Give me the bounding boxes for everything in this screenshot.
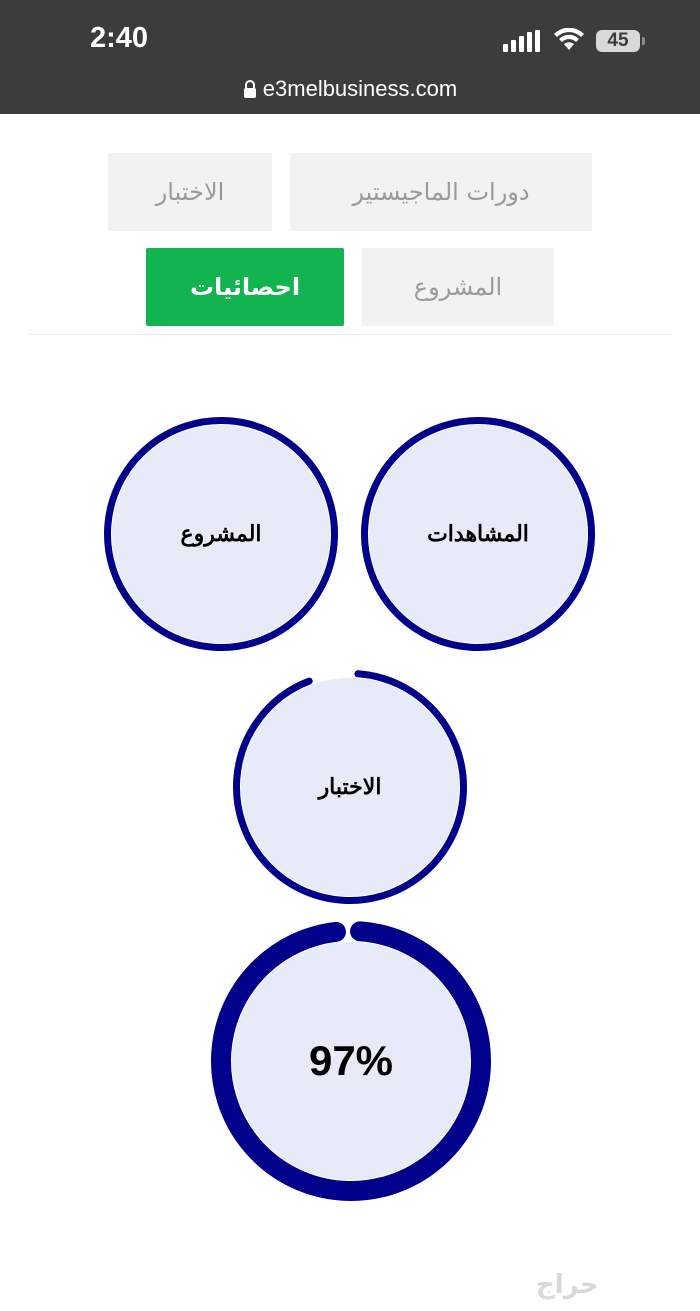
tab-masters-courses[interactable]: دورات الماجيستير xyxy=(290,153,592,231)
stat-label: المشاهدات xyxy=(427,521,529,547)
stat-exam: الاختبار xyxy=(232,669,468,905)
stat-views: المشاهدات xyxy=(360,416,596,652)
tab-label: الاختبار xyxy=(155,178,225,206)
stat-label: الاختبار xyxy=(318,774,382,800)
status-bar: 2:40 45 e3melbusiness.com xyxy=(0,0,700,114)
lock-icon xyxy=(243,80,256,98)
url-bar[interactable]: e3melbusiness.com xyxy=(0,72,700,106)
stat-percentage: 97% xyxy=(308,1037,394,1084)
stat-label: المشروع xyxy=(180,521,262,547)
url-text: e3melbusiness.com xyxy=(262,76,458,101)
tab-exam[interactable]: الاختبار xyxy=(108,153,272,231)
tab-label: احصائيات xyxy=(189,273,301,301)
divider xyxy=(28,334,672,335)
battery-icon: 45 xyxy=(596,30,640,52)
tab-label: دورات الماجيستير xyxy=(352,178,530,206)
wifi-icon xyxy=(554,28,584,50)
watermark-logo: حراج xyxy=(536,1270,599,1300)
signal-icon xyxy=(503,30,540,52)
clock: 2:40 xyxy=(90,22,149,54)
stat-project: المشروع xyxy=(103,416,339,652)
tab-project[interactable]: المشروع xyxy=(362,248,554,326)
tab-statistics[interactable]: احصائيات xyxy=(146,248,344,326)
battery-tip xyxy=(642,37,645,45)
tab-label: المشروع xyxy=(413,273,503,301)
stat-overall-percentage: 97% xyxy=(210,920,492,1202)
